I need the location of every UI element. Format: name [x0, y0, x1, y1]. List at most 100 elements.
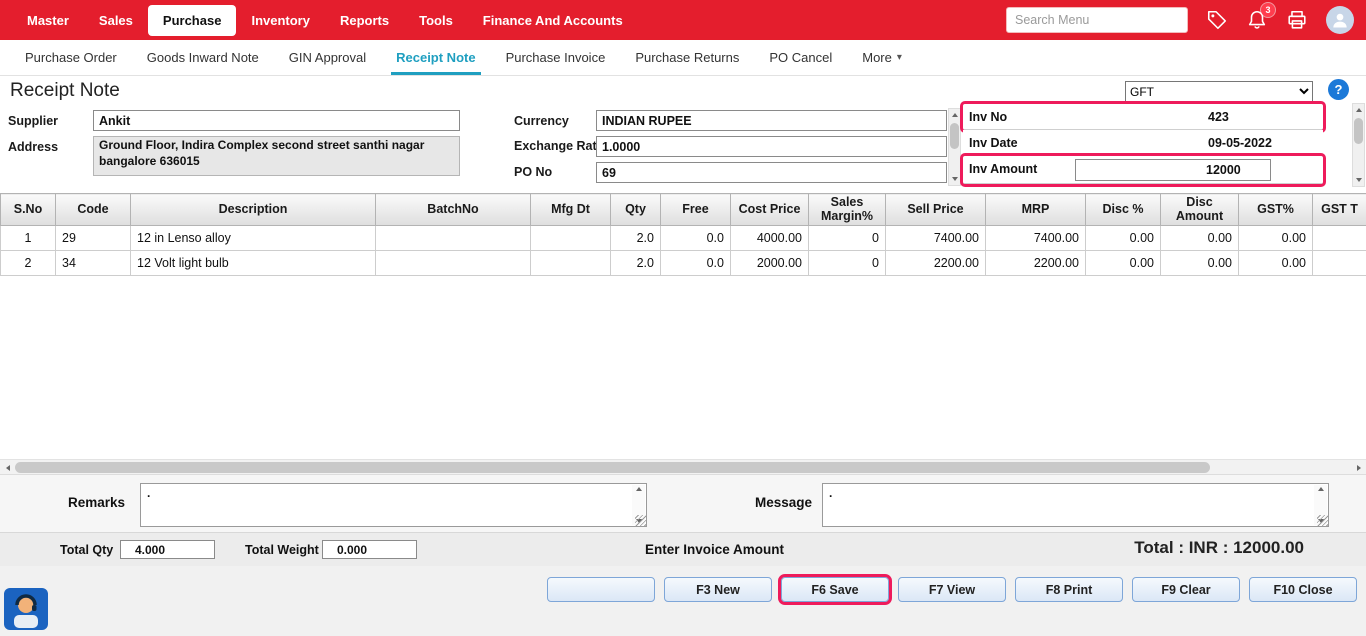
user-avatar[interactable] [1326, 6, 1354, 34]
grid-cell[interactable]: 2.0 [611, 250, 661, 275]
grid-cell[interactable]: 0 [809, 250, 886, 275]
grid-cell[interactable]: 1 [1, 225, 56, 250]
grid-cell[interactable]: 0.00 [1239, 225, 1313, 250]
supplier-label: Supplier [8, 114, 58, 128]
branch-select[interactable]: GFT [1125, 81, 1313, 102]
f3-new-button[interactable]: F3 New [664, 577, 772, 602]
grid-header-cell: Description [131, 194, 376, 226]
grid-cell[interactable] [1313, 225, 1366, 250]
tab-gin-approval[interactable]: GIN Approval [274, 40, 381, 75]
topbar-right-section: 3 [1006, 6, 1354, 34]
grid-header-cell: Mfg Dt [531, 194, 611, 226]
total-weight-input[interactable] [322, 540, 417, 559]
invoice-panel: Inv No 423 Inv Date 09-05-2022 Inv Amoun… [963, 103, 1323, 184]
menu-inventory[interactable]: Inventory [236, 5, 325, 36]
form-vertical-scrollbar[interactable] [948, 108, 961, 186]
grid-cell[interactable]: 34 [56, 250, 131, 275]
po-no-label: PO No [514, 165, 552, 179]
grid-cell[interactable]: 0.0 [661, 225, 731, 250]
menu-finance-and-accounts[interactable]: Finance And Accounts [468, 5, 638, 36]
menu-purchase[interactable]: Purchase [148, 5, 237, 36]
grid-cell[interactable] [376, 250, 531, 275]
total-qty-input[interactable] [120, 540, 215, 559]
grid-cell[interactable]: 0.00 [1161, 250, 1239, 275]
grid-cell[interactable]: 2000.00 [731, 250, 809, 275]
grid-header-cell: GST% [1239, 194, 1313, 226]
grid-cell[interactable]: 2 [1, 250, 56, 275]
tab-label: Purchase Returns [635, 50, 739, 65]
grid-cell[interactable] [531, 250, 611, 275]
horizontal-scrollbar[interactable] [0, 459, 1366, 474]
inv-date-label: Inv Date [969, 136, 1018, 150]
notification-count-badge: 3 [1261, 3, 1275, 17]
scroll-down-arrow-icon[interactable] [1353, 174, 1364, 186]
totals-band: Total Qty Total Weight Enter Invoice Amo… [0, 532, 1366, 566]
f9-clear-button[interactable]: F9 Clear [1132, 577, 1240, 602]
menu-sales[interactable]: Sales [84, 5, 148, 36]
grid-cell[interactable]: 0.00 [1239, 250, 1313, 275]
remarks-message-band: Remarks . Message . [0, 474, 1366, 532]
resize-grip[interactable] [635, 515, 646, 526]
help-icon[interactable]: ? [1328, 79, 1349, 100]
notifications-bell-icon[interactable]: 3 [1246, 9, 1268, 31]
tag-icon[interactable] [1206, 9, 1228, 31]
address-field[interactable]: Ground Floor, Indira Complex second stre… [93, 136, 460, 176]
remarks-input[interactable]: . [141, 484, 646, 526]
grid-cell[interactable]: 0.00 [1161, 225, 1239, 250]
tab-more[interactable]: More ▾ [847, 40, 917, 75]
currency-input[interactable] [596, 110, 947, 131]
scroll-up-arrow-icon[interactable] [949, 109, 960, 121]
po-no-input[interactable] [596, 162, 947, 183]
print-icon[interactable] [1286, 9, 1308, 31]
grid-cell[interactable]: 12 in Lenso alloy [131, 225, 376, 250]
menu-tools[interactable]: Tools [404, 5, 468, 36]
grid-cell[interactable] [376, 225, 531, 250]
grid-cell[interactable]: 7400.00 [986, 225, 1086, 250]
tab-label: Goods Inward Note [147, 50, 259, 65]
tab-purchase-order[interactable]: Purchase Order [10, 40, 132, 75]
blank-button[interactable] [547, 577, 655, 602]
grid-cell[interactable]: 2200.00 [886, 250, 986, 275]
grid-cell[interactable]: 0.0 [661, 250, 731, 275]
tab-po-cancel[interactable]: PO Cancel [754, 40, 847, 75]
scrollbar-thumb[interactable] [950, 123, 959, 149]
grid-cell[interactable]: 29 [56, 225, 131, 250]
menu-master[interactable]: Master [12, 5, 84, 36]
grid-cell[interactable]: 2.0 [611, 225, 661, 250]
menu-reports[interactable]: Reports [325, 5, 404, 36]
scroll-down-arrow-icon[interactable] [949, 173, 960, 185]
scrollbar-thumb[interactable] [1354, 118, 1363, 144]
exchange-rate-input[interactable] [596, 136, 947, 157]
panel-vertical-scrollbar[interactable] [1352, 103, 1365, 187]
tab-goods-inward-note[interactable]: Goods Inward Note [132, 40, 274, 75]
tab-receipt-note[interactable]: Receipt Note [381, 40, 490, 75]
f10-close-button[interactable]: F10 Close [1249, 577, 1357, 602]
grid-cell[interactable]: 0 [809, 225, 886, 250]
grid-cell[interactable]: 0.00 [1086, 250, 1161, 275]
f8-print-button[interactable]: F8 Print [1015, 577, 1123, 602]
tab-purchase-invoice[interactable]: Purchase Invoice [491, 40, 621, 75]
supplier-input[interactable] [93, 110, 460, 131]
grid-cell[interactable] [1313, 250, 1366, 275]
grid-header-cell: Cost Price [731, 194, 809, 226]
scroll-up-arrow-icon[interactable] [1353, 104, 1364, 116]
f7-view-button[interactable]: F7 View [898, 577, 1006, 602]
grid-cell[interactable]: 12 Volt light bulb [131, 250, 376, 275]
scrollbar-thumb[interactable] [15, 462, 1210, 473]
search-menu-input[interactable] [1006, 7, 1188, 33]
currency-label: Currency [514, 114, 569, 128]
tab-label: PO Cancel [769, 50, 832, 65]
total-qty-label: Total Qty [60, 543, 113, 557]
grid-cell[interactable]: 7400.00 [886, 225, 986, 250]
scroll-right-arrow-icon[interactable] [1351, 460, 1366, 475]
tab-purchase-returns[interactable]: Purchase Returns [620, 40, 754, 75]
grid-cell[interactable]: 2200.00 [986, 250, 1086, 275]
grid-cell[interactable] [531, 225, 611, 250]
inv-amount-input[interactable] [1075, 159, 1271, 181]
message-input[interactable]: . [823, 484, 1328, 526]
grid-cell[interactable]: 0.00 [1086, 225, 1161, 250]
grid-cell[interactable]: 4000.00 [731, 225, 809, 250]
f6-save-button[interactable]: F6 Save [781, 577, 889, 602]
scroll-left-arrow-icon[interactable] [0, 460, 15, 475]
resize-grip[interactable] [1317, 515, 1328, 526]
